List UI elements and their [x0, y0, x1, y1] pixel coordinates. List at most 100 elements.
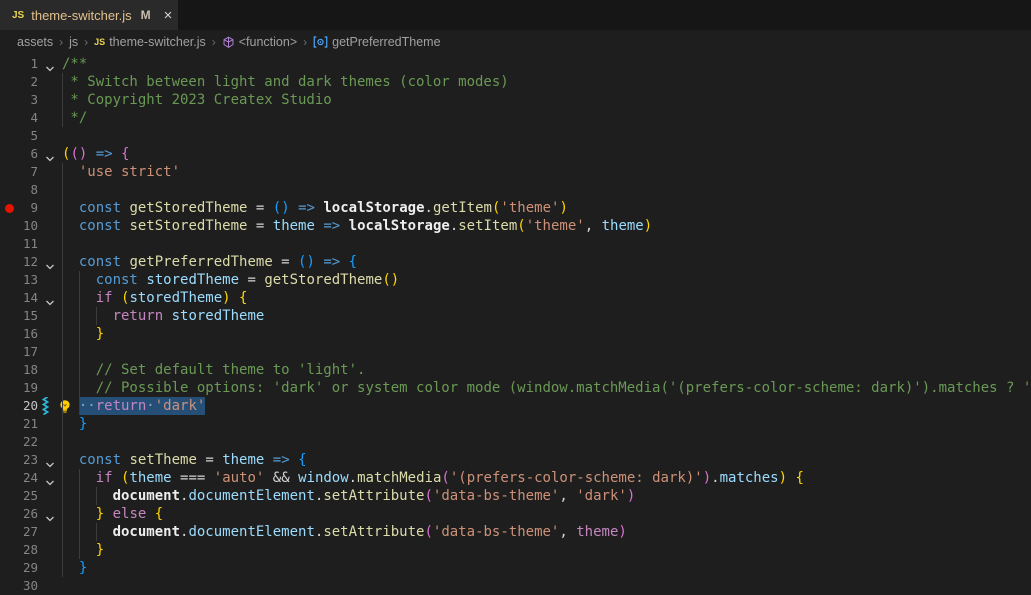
code-line-29[interactable]: 29 }	[0, 559, 1031, 577]
code-line-25[interactable]: 25 document.documentElement.setAttribute…	[0, 487, 1031, 505]
line-number[interactable]: 20	[0, 397, 38, 415]
code-line-8[interactable]: 8	[0, 181, 1031, 199]
js-file-icon: JS	[12, 10, 24, 21]
line-number[interactable]: 4	[0, 109, 38, 127]
line-number[interactable]: 21	[0, 415, 38, 433]
code-text: const setStoredTheme = theme => localSto…	[62, 217, 652, 235]
line-number[interactable]: 29	[0, 559, 38, 577]
line-number[interactable]: 7	[0, 163, 38, 181]
line-number[interactable]: 23	[0, 451, 38, 469]
tab-bar: JS theme-switcher.js M ×	[0, 0, 1031, 30]
code-line-13[interactable]: 13 const storedTheme = getStoredTheme()	[0, 271, 1031, 289]
code-text: } else {	[62, 505, 163, 523]
tab-title: theme-switcher.js	[31, 8, 131, 23]
line-number[interactable]: 22	[0, 433, 38, 451]
breadcrumb-label: theme-switcher.js	[109, 35, 206, 49]
selected-text: ··return·'dark'	[79, 397, 205, 415]
code-line-15[interactable]: 15 return storedTheme	[0, 307, 1031, 325]
close-icon[interactable]: ×	[164, 8, 173, 23]
code-text: (() => {	[62, 145, 129, 163]
code-editor[interactable]: 1/**2 * Switch between light and dark th…	[0, 54, 1031, 595]
code-text: const getStoredTheme = () => localStorag…	[62, 199, 568, 217]
line-number[interactable]: 10	[0, 217, 38, 235]
line-number[interactable]: 24	[0, 469, 38, 487]
code-line-18[interactable]: 18 // Set default theme to 'light'.	[0, 361, 1031, 379]
line-number[interactable]: 17	[0, 343, 38, 361]
code-line-20[interactable]: 20 ··return·'dark'	[0, 397, 1031, 415]
line-number[interactable]: 12	[0, 253, 38, 271]
code-line-1[interactable]: 1/**	[0, 55, 1031, 73]
code-line-27[interactable]: 27 document.documentElement.setAttribute…	[0, 523, 1031, 541]
line-number[interactable]: 3	[0, 91, 38, 109]
code-line-21[interactable]: 21 }	[0, 415, 1031, 433]
line-number[interactable]: 9	[0, 199, 38, 217]
code-line-7[interactable]: 7 'use strict'	[0, 163, 1031, 181]
line-number[interactable]: 19	[0, 379, 38, 397]
code-text: }	[62, 415, 87, 433]
code-text: if (storedTheme) {	[62, 289, 247, 307]
line-number[interactable]: 27	[0, 523, 38, 541]
code-text: }	[62, 541, 104, 559]
line-number[interactable]: 2	[0, 73, 38, 91]
code-line-4[interactable]: 4 */	[0, 109, 1031, 127]
editor-window: JS theme-switcher.js M × assets›js›JSthe…	[0, 0, 1031, 595]
indent-guide	[96, 487, 97, 505]
indent-guide	[79, 469, 80, 559]
code-text: 'use strict'	[62, 163, 180, 181]
code-line-5[interactable]: 5	[0, 127, 1031, 145]
line-number[interactable]: 25	[0, 487, 38, 505]
line-number[interactable]: 26	[0, 505, 38, 523]
code-line-16[interactable]: 16 }	[0, 325, 1031, 343]
code-line-2[interactable]: 2 * Switch between light and dark themes…	[0, 73, 1031, 91]
line-number[interactable]: 16	[0, 325, 38, 343]
indent-guide	[79, 271, 80, 415]
line-number[interactable]: 1	[0, 55, 38, 73]
line-number[interactable]: 14	[0, 289, 38, 307]
code-text: const storedTheme = getStoredTheme()	[62, 271, 399, 289]
breadcrumb-separator-icon: ›	[212, 35, 216, 49]
code-line-10[interactable]: 10 const setStoredTheme = theme => local…	[0, 217, 1031, 235]
code-line-14[interactable]: 14 if (storedTheme) {	[0, 289, 1031, 307]
line-number[interactable]: 18	[0, 361, 38, 379]
code-text: * Switch between light and dark themes (…	[62, 73, 509, 91]
code-text: return storedTheme	[62, 307, 264, 325]
code-line-3[interactable]: 3 * Copyright 2023 Createx Studio	[0, 91, 1031, 109]
code-text: */	[62, 109, 87, 127]
code-line-23[interactable]: 23 const setTheme = theme => {	[0, 451, 1031, 469]
breadcrumb-item-themeswitcherjs[interactable]: JStheme-switcher.js	[94, 35, 206, 49]
line-number[interactable]: 28	[0, 541, 38, 559]
line-number[interactable]: 11	[0, 235, 38, 253]
indent-guide	[96, 523, 97, 541]
breadcrumb-item-assets[interactable]: assets	[17, 35, 53, 49]
code-line-30[interactable]: 30	[0, 577, 1031, 595]
breadcrumb-separator-icon: ›	[303, 35, 307, 49]
code-text: }	[62, 559, 87, 577]
line-number[interactable]: 30	[0, 577, 38, 595]
code-line-12[interactable]: 12 const getPreferredTheme = () => {	[0, 253, 1031, 271]
breadcrumb-item-function[interactable]: <function>	[222, 35, 297, 49]
code-text: }	[62, 325, 104, 343]
line-number[interactable]: 8	[0, 181, 38, 199]
breadcrumb-label: <function>	[239, 35, 297, 49]
code-line-26[interactable]: 26 } else {	[0, 505, 1031, 523]
symbol-function-icon	[222, 36, 235, 49]
code-line-17[interactable]: 17	[0, 343, 1031, 361]
code-line-24[interactable]: 24 if (theme === 'auto' && window.matchM…	[0, 469, 1031, 487]
line-number[interactable]: 5	[0, 127, 38, 145]
line-number[interactable]: 13	[0, 271, 38, 289]
code-line-11[interactable]: 11	[0, 235, 1031, 253]
code-line-19[interactable]: 19 // Possible options: 'dark' or system…	[0, 379, 1031, 397]
code-line-22[interactable]: 22	[0, 433, 1031, 451]
breadcrumb-label: js	[69, 35, 78, 49]
tab-theme-switcher[interactable]: JS theme-switcher.js M ×	[0, 0, 178, 30]
code-line-28[interactable]: 28 }	[0, 541, 1031, 559]
breadcrumb-label: assets	[17, 35, 53, 49]
breadcrumb-item-js[interactable]: js	[69, 35, 78, 49]
code-text: document.documentElement.setAttribute('d…	[62, 523, 627, 541]
line-number[interactable]: 6	[0, 145, 38, 163]
breadcrumb-item-getpreferredtheme[interactable]: getPreferredTheme	[313, 35, 440, 49]
line-number[interactable]: 15	[0, 307, 38, 325]
code-line-6[interactable]: 6 (() => {	[0, 145, 1031, 163]
code-text: document.documentElement.setAttribute('d…	[62, 487, 635, 505]
code-line-9[interactable]: 9 const getStoredTheme = () => localStor…	[0, 199, 1031, 217]
